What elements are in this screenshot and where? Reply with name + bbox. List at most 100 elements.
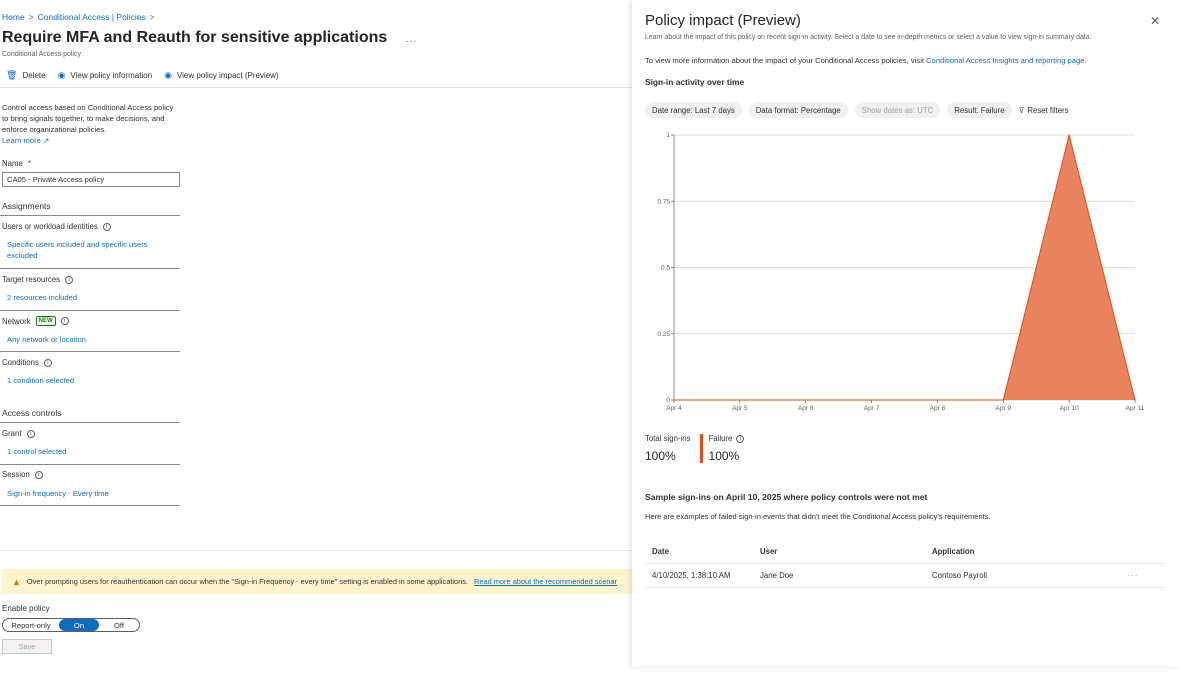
table-row[interactable]: 4/10/2025, 1:38:10 AM Jane Doe Contoso P… xyxy=(645,564,1165,588)
failure-total[interactable]: Failure i 100% xyxy=(709,434,745,463)
warning-text: Over prompting users for reauthenticatio… xyxy=(26,577,469,586)
breadcrumb-separator: > xyxy=(28,12,34,22)
learn-more-link[interactable]: Learn more ↗ xyxy=(2,136,49,145)
policy-impact-panel: Policy impact (Preview) ✕ Learn about th… xyxy=(632,0,1180,666)
section-divider xyxy=(0,422,180,423)
session-label-row: Session i xyxy=(2,470,180,479)
data-point[interactable] xyxy=(1002,399,1004,401)
section-divider xyxy=(0,310,180,311)
close-icon[interactable]: ✕ xyxy=(1150,14,1160,28)
data-point[interactable] xyxy=(739,399,741,401)
cell-application: Contoso Payroll xyxy=(932,571,988,580)
save-button[interactable]: Save xyxy=(2,639,52,654)
view-policy-impact-button[interactable]: ◉ View policy impact (Preview) xyxy=(164,70,279,81)
column-date[interactable]: Date xyxy=(645,547,753,556)
result-filter[interactable]: Result: Failure xyxy=(947,102,1012,118)
info-icon[interactable]: i xyxy=(736,434,745,443)
data-point[interactable] xyxy=(673,399,675,401)
sample-sign-ins-table: Date User Application 4/10/2025, 1:38:10… xyxy=(645,540,1165,588)
breadcrumb-home[interactable]: Home xyxy=(2,12,25,22)
policy-editor: Home > Conditional Access | Policies > R… xyxy=(0,0,632,682)
eye-icon: ◉ xyxy=(164,70,172,80)
view-policy-info-button[interactable]: ◉ View policy information xyxy=(58,70,153,81)
footer-divider xyxy=(0,550,632,551)
date-range-filter[interactable]: Date range: Last 7 days xyxy=(645,102,742,118)
data-point[interactable] xyxy=(936,399,939,401)
info-icon[interactable]: i xyxy=(43,358,52,367)
cell-date: 4/10/2025, 1:38:10 AM xyxy=(652,571,731,580)
data-point[interactable] xyxy=(805,399,807,401)
target-resources-link[interactable]: 2 resources included xyxy=(7,292,167,303)
y-tick-label: 0.75 xyxy=(657,198,670,205)
conditions-link[interactable]: 1 condition selected xyxy=(7,375,167,386)
network-link[interactable]: Any network or location xyxy=(7,334,167,345)
session-link[interactable]: Sign-in frequency - Every time xyxy=(7,488,167,499)
row-more-button[interactable]: ··· xyxy=(1103,571,1163,580)
view-impact-label: View policy impact (Preview) xyxy=(176,71,279,80)
info-icon[interactable]: i xyxy=(65,275,74,284)
data-point[interactable] xyxy=(870,399,873,401)
warning-banner: ▲ Over prompting users for reauthenticat… xyxy=(2,569,632,594)
y-tick-label: 0 xyxy=(666,397,670,404)
grant-label: Grant xyxy=(2,429,22,438)
info-icon[interactable]: i xyxy=(34,470,43,479)
toggle-on[interactable]: On xyxy=(59,619,99,631)
panel-more-info: To view more information about the impac… xyxy=(645,56,1087,65)
x-tick-label: Apr 5 xyxy=(732,405,748,412)
breadcrumb: Home > Conditional Access | Policies > xyxy=(2,12,155,22)
x-tick-label: Apr 11 xyxy=(1126,405,1145,412)
required-asterisk: * xyxy=(27,159,31,168)
grant-link[interactable]: 1 control selected xyxy=(7,446,167,457)
sign-in-activity-chart[interactable]: 0 0.25 0.5 0.75 1 Apr 4 Apr 5 Apr 6 Apr 7 Apr 8 Ap… xyxy=(644,125,1164,417)
section-divider xyxy=(0,268,180,269)
failure-value: 100% xyxy=(708,449,740,463)
grant-label-row: Grant i xyxy=(2,429,180,438)
breadcrumb-policies[interactable]: Conditional Access | Policies xyxy=(38,12,146,22)
column-user[interactable]: User xyxy=(753,547,925,556)
column-application[interactable]: Application xyxy=(925,547,1103,556)
total-sign-ins: Total sign-ins 100% xyxy=(645,434,691,463)
toggle-report-only[interactable]: Report-only xyxy=(3,619,59,631)
x-tick-label: Apr 10 xyxy=(1060,405,1080,412)
data-point[interactable] xyxy=(1068,134,1070,136)
page-title: Require MFA and Reauth for sensitive app… xyxy=(2,29,417,47)
section-divider xyxy=(0,215,180,216)
users-value-link[interactable]: Specific users included and specific use… xyxy=(7,239,167,261)
totals-summary: Total sign-ins 100% Failure i 100% xyxy=(645,434,745,463)
more-info-text: To view more information about the impac… xyxy=(645,56,924,65)
info-icon[interactable]: i xyxy=(102,222,111,231)
resources-label-row: Target resources i xyxy=(2,275,180,284)
enable-policy-toggle: Report-only On Off xyxy=(2,618,140,632)
insights-reporting-link[interactable]: Conditional Access Insights and reportin… xyxy=(926,56,1086,65)
cell-user: Jane Doe xyxy=(760,571,794,580)
x-tick-label: Apr 9 xyxy=(996,405,1012,412)
failure-color-bar xyxy=(699,434,703,463)
name-input[interactable] xyxy=(2,172,180,187)
sample-sign-ins-description: Here are examples of failed sign-in even… xyxy=(645,512,991,521)
y-tick-label: 1 xyxy=(666,132,670,139)
total-sign-ins-value: 100% xyxy=(645,449,676,463)
reset-filters-button[interactable]: ⊽ Reset filters xyxy=(1019,106,1069,115)
intro-description: Control access based on Conditional Acce… xyxy=(2,103,174,134)
toolbar-divider xyxy=(0,87,632,88)
page-subtitle: Conditional Access policy xyxy=(2,51,81,58)
panel-description: Learn about the impact of this policy on… xyxy=(645,34,1092,41)
users-label: Users or workload identities xyxy=(2,222,98,231)
trash-icon: 🗑 xyxy=(6,70,18,80)
show-dates-filter: Show dates as: UTC xyxy=(854,102,941,118)
data-format-filter[interactable]: Data format: Percentage xyxy=(748,102,848,118)
info-icon[interactable]: i xyxy=(26,429,35,438)
section-divider xyxy=(0,464,180,465)
more-options-button[interactable]: ... xyxy=(406,34,417,45)
warning-read-more-link[interactable]: Read more about the recommended scenar xyxy=(474,577,617,586)
assignments-heading: Assignments xyxy=(2,201,51,211)
toggle-off[interactable]: Off xyxy=(99,619,139,631)
reset-filters-label: Reset filters xyxy=(1027,105,1069,115)
info-icon[interactable]: i xyxy=(60,317,69,325)
intro-text: Control access based on Conditional Acce… xyxy=(2,102,177,146)
delete-button[interactable]: 🗑 Delete xyxy=(6,70,46,81)
data-point[interactable] xyxy=(1134,399,1136,401)
network-label-row: Network NEW i xyxy=(2,316,180,326)
enable-policy-label: Enable policy xyxy=(2,604,50,613)
sign-in-activity-heading: Sign-in activity over time xyxy=(645,77,745,87)
